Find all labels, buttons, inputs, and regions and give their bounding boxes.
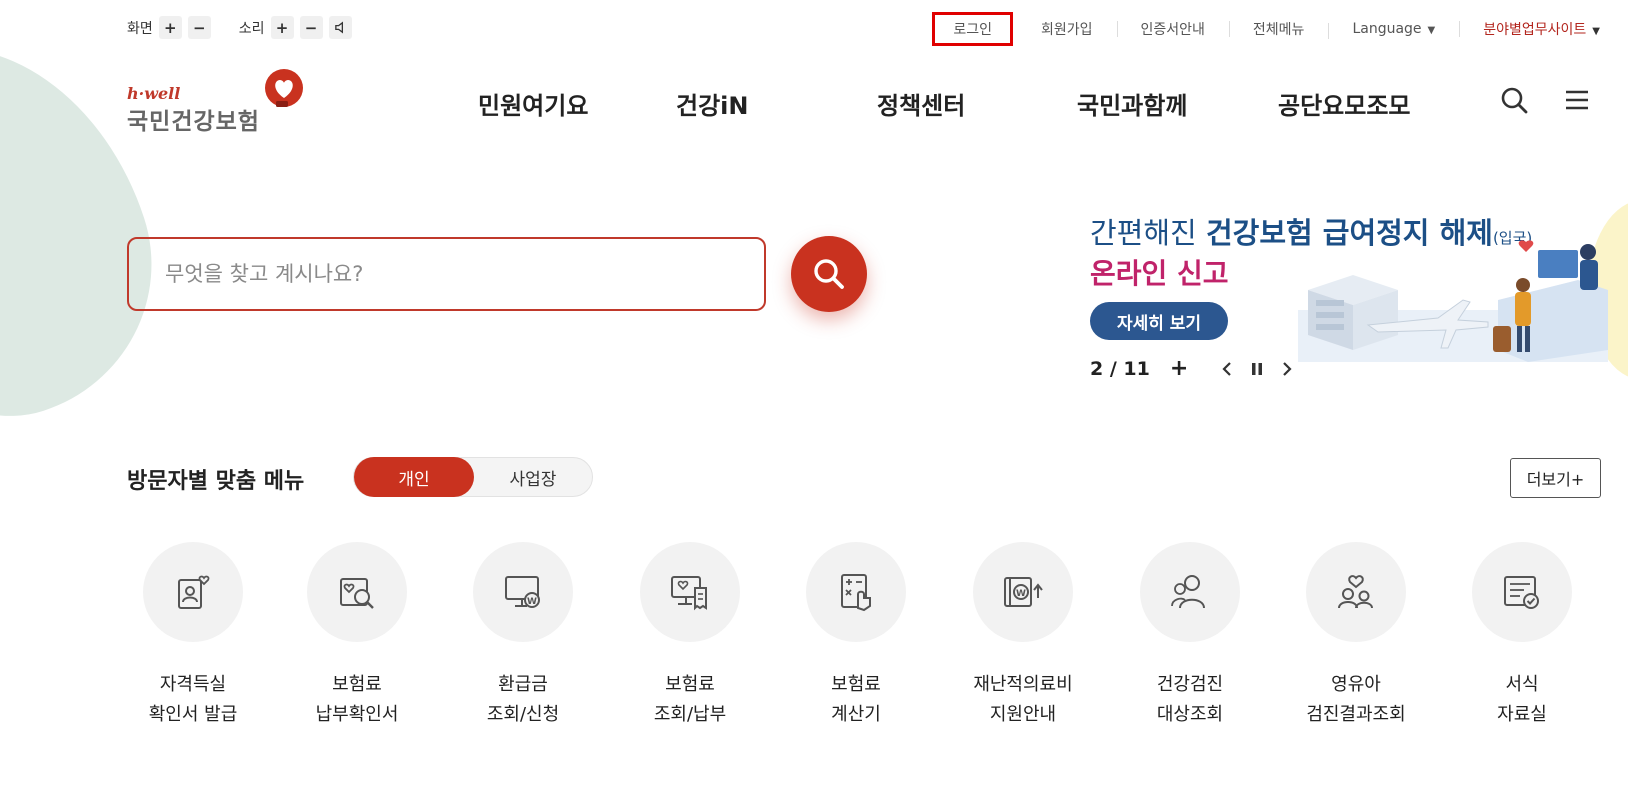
menu-item-label: 서식 자료실 [1497, 674, 1547, 725]
menu-item-refund[interactable]: W 환급금 조회/신청 [453, 542, 593, 730]
search-icon [814, 259, 844, 289]
document-check-icon [1504, 576, 1539, 609]
utility-bar: 화면 + − 소리 + − 로그인 회원가입 인증서안내 전체메뉴 Langua… [0, 12, 1628, 46]
visitor-menu-title: 방문자별 맞춤 메뉴 [127, 469, 305, 494]
signup-link[interactable]: 회원가입 [1017, 19, 1117, 39]
sound-label: 소리 [238, 20, 265, 37]
banner-headline-light: 간편해진 [1090, 216, 1206, 250]
banner-subheadline: 온라인 신고 [1090, 257, 1229, 290]
menu-icon-circle: W [973, 542, 1073, 642]
menu-item-qualification[interactable]: 자격득실 확인서 발급 [123, 542, 263, 730]
menu-item-catastrophic-medical[interactable]: W 재난적의료비 지원안내 [953, 542, 1093, 730]
main-nav: 민원여기요 건강iN 정책센터 국민과함께 공단요모조모 [0, 86, 1628, 120]
caret-down-icon: ▼ [1427, 25, 1436, 36]
banner-illustration [1298, 240, 1608, 362]
language-select[interactable]: Language ▼ [1328, 21, 1459, 39]
chevron-right-icon[interactable] [1280, 361, 1294, 377]
search-button[interactable] [791, 236, 867, 312]
visitor-type-toggle: 개인 사업장 [353, 457, 593, 497]
nav-item-policy[interactable]: 정책센터 [877, 86, 965, 121]
menu-item-infant-checkup[interactable]: 영유아 검진결과조회 [1286, 542, 1426, 730]
hamburger-menu-icon[interactable] [1563, 86, 1591, 114]
menu-icon-circle [143, 542, 243, 642]
menu-item-label: 건강검진 대상조회 [1156, 674, 1224, 725]
screen-zoom-out-button[interactable]: − [187, 16, 211, 39]
menu-item-label: 환급금 조회/신청 [486, 674, 560, 725]
menu-item-label: 자격득실 확인서 발급 [148, 674, 238, 725]
caret-down-icon: ▼ [1592, 26, 1600, 37]
search-input[interactable] [165, 262, 725, 286]
field-sites-select[interactable]: 분야별업무사이트 ▼ [1459, 19, 1600, 39]
document-search-icon [340, 578, 374, 609]
won-card-arrow-icon: W [1004, 577, 1043, 607]
banner-detail-button[interactable]: 자세히 보기 [1090, 302, 1228, 340]
login-link[interactable]: 로그인 [932, 12, 1013, 46]
menu-icon-circle [1472, 542, 1572, 642]
desk-illustration [1498, 240, 1608, 362]
tab-business[interactable]: 사업장 [474, 458, 592, 496]
volume-down-button[interactable]: − [299, 16, 323, 39]
monitor-receipt-icon [671, 576, 707, 611]
svg-text:W: W [1016, 589, 1026, 599]
monitor-won-icon: W [505, 576, 540, 608]
menu-icon-circle [640, 542, 740, 642]
chevron-left-icon[interactable] [1220, 361, 1234, 377]
screen-size-label: 화면 [127, 20, 153, 37]
building-illustration [1308, 275, 1398, 350]
menu-icon-circle [1140, 542, 1240, 642]
nav-item-health-in[interactable]: 건강iN [676, 86, 748, 121]
slide-add-button[interactable]: + [1170, 356, 1188, 381]
menu-item-label: 영유아 검진결과조회 [1306, 674, 1406, 725]
nav-item-with-people[interactable]: 국민과함께 [1077, 86, 1187, 121]
all-menu-link[interactable]: 전체메뉴 [1228, 19, 1329, 39]
search-icon[interactable] [1500, 86, 1528, 114]
family-heart-icon [1338, 575, 1373, 609]
menu-item-premium-payment-cert[interactable]: 보험료 납부확인서 [287, 542, 427, 730]
menu-item-label: 보험료 계산기 [831, 674, 881, 725]
nav-item-about[interactable]: 공단요모조모 [1278, 86, 1410, 121]
menu-item-health-checkup[interactable]: 건강검진 대상조회 [1120, 542, 1260, 730]
speaker-icon[interactable] [328, 16, 352, 39]
svg-text:W: W [527, 597, 537, 607]
slide-counter: 2 / 11 [1090, 357, 1150, 380]
menu-item-label: 보험료 납부확인서 [315, 674, 399, 725]
screen-zoom-in-button[interactable]: + [158, 16, 182, 39]
calculator-hand-icon [841, 574, 871, 612]
nav-item-civil[interactable]: 민원여기요 [478, 86, 588, 121]
menu-icon-circle: W [473, 542, 573, 642]
menu-item-forms-library[interactable]: 서식 자료실 [1452, 542, 1592, 730]
menu-icon-circle [1306, 542, 1406, 642]
certificate-guide-link[interactable]: 인증서안내 [1116, 19, 1229, 39]
more-button[interactable]: 더보기+ [1510, 458, 1601, 498]
menu-item-premium-inquiry[interactable]: 보험료 조회/납부 [620, 542, 760, 730]
tab-personal[interactable]: 개인 [354, 457, 474, 497]
field-sites-label: 분야별업무사이트 [1483, 22, 1587, 38]
pause-icon[interactable] [1250, 361, 1264, 377]
menu-icon-circle [806, 542, 906, 642]
menu-item-calculator[interactable]: 보험료 계산기 [786, 542, 926, 730]
menu-item-label: 재난적의료비 지원안내 [973, 674, 1073, 725]
search-box [127, 237, 766, 311]
volume-up-button[interactable]: + [270, 16, 294, 39]
language-label: Language [1352, 21, 1422, 37]
menu-item-label: 보험료 조회/납부 [653, 674, 727, 725]
people-group-icon [1171, 575, 1205, 609]
banner-slider-controls: 2 / 11 + [1090, 356, 1294, 381]
accessibility-controls: 화면 + − 소리 + − [127, 16, 358, 39]
utility-links: 로그인 회원가입 인증서안내 전체메뉴 Language ▼ 분야별업무사이트 ▼ [932, 12, 1600, 46]
certificate-heart-icon [178, 575, 210, 609]
menu-icon-circle [307, 542, 407, 642]
